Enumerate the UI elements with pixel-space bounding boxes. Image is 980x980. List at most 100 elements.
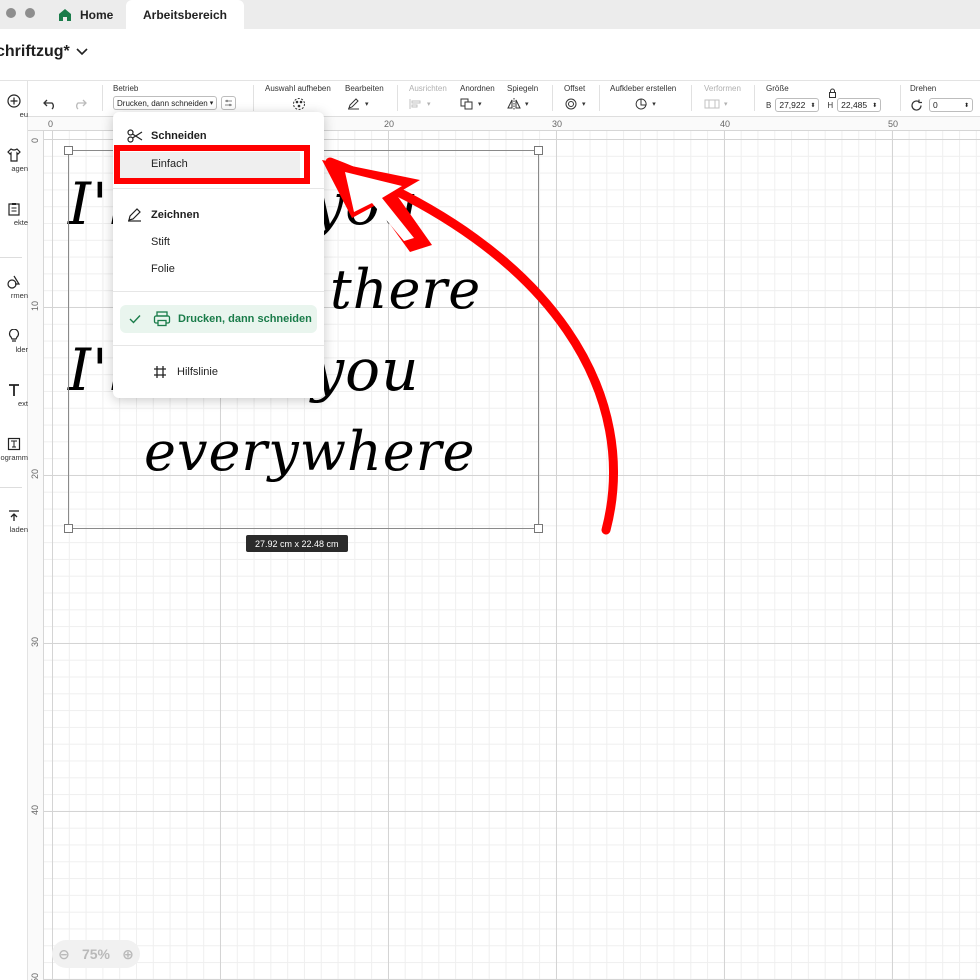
offset-group[interactable]: Offset ▾ bbox=[564, 84, 586, 111]
caret-down-icon: ▾ bbox=[427, 101, 431, 108]
toolbar-separator bbox=[599, 85, 600, 111]
sidebar-item-label: ekte bbox=[13, 218, 28, 227]
warp-icon bbox=[704, 99, 720, 109]
annotation-highlight-box bbox=[114, 145, 310, 184]
sidebar-item-images[interactable]: lder bbox=[0, 329, 28, 354]
chevron-down-icon bbox=[76, 48, 88, 56]
redo-icon[interactable] bbox=[72, 98, 88, 110]
sidebar-item-monogram[interactable]: ogramm bbox=[0, 437, 28, 462]
caret-down-icon: ▾ bbox=[582, 101, 586, 108]
width-input[interactable]: 27,922 ⬍ bbox=[775, 98, 820, 112]
menu-item-guideline[interactable]: Hilfslinie bbox=[153, 365, 218, 379]
project-header: chriftzug* bbox=[0, 29, 980, 81]
menu-item-print-then-cut[interactable]: Drucken, dann schneiden bbox=[120, 305, 317, 333]
warp-group: Verformen ▾ bbox=[704, 84, 741, 111]
tab-home[interactable]: Home bbox=[44, 0, 126, 29]
settings-sliders-icon bbox=[225, 99, 233, 107]
home-icon bbox=[59, 8, 71, 21]
lightbulb-icon bbox=[8, 329, 20, 342]
height-prefix: H bbox=[827, 100, 834, 110]
selection-size-label: 27.92 cm x 22.48 cm bbox=[246, 535, 348, 552]
ruler-tick-label: 40 bbox=[30, 804, 40, 815]
sidebar-item-shapes[interactable]: rmen bbox=[0, 275, 28, 300]
undo-icon[interactable] bbox=[42, 98, 58, 110]
plus-circle-icon bbox=[7, 94, 21, 108]
deselect-label: Auswahl aufheben bbox=[265, 84, 331, 93]
edit-label: Bearbeiten bbox=[345, 84, 384, 93]
upload-icon bbox=[9, 510, 19, 521]
arrange-label: Anordnen bbox=[460, 84, 495, 93]
sidebar-item-label: agen bbox=[11, 164, 28, 173]
text-icon bbox=[9, 384, 19, 396]
zoom-control: ⊖ 75% ⊕ bbox=[52, 940, 140, 968]
deselect-group[interactable]: Auswahl aufheben bbox=[265, 84, 333, 111]
edit-group[interactable]: Bearbeiten ▾ bbox=[345, 84, 384, 111]
operation-dropdown[interactable]: Drucken, dann schneiden ▾ bbox=[113, 96, 218, 110]
toolbar-separator bbox=[691, 85, 692, 111]
sidebar-item-label: lder bbox=[15, 345, 28, 354]
menu-section-draw: Zeichnen bbox=[127, 208, 199, 222]
menu-item-print-then-cut-label: Drucken, dann schneiden bbox=[178, 313, 312, 325]
rotate-label: Drehen bbox=[910, 84, 937, 93]
ruler-tick-label: 40 bbox=[720, 119, 731, 129]
ruler-tick-label: 20 bbox=[30, 468, 40, 479]
shapes-icon bbox=[7, 275, 21, 289]
lock-icon[interactable] bbox=[828, 88, 837, 98]
resize-handle[interactable] bbox=[64, 146, 73, 155]
operation-settings-button[interactable] bbox=[221, 96, 237, 110]
stepper-icon[interactable]: ⬍ bbox=[964, 102, 969, 109]
menu-divider bbox=[113, 188, 324, 189]
rotate-icon bbox=[911, 99, 922, 111]
menu-item-foil[interactable]: Folie bbox=[151, 263, 175, 275]
monogram-icon bbox=[7, 437, 21, 451]
resize-handle[interactable] bbox=[534, 146, 543, 155]
stepper-icon[interactable]: ⬍ bbox=[872, 102, 877, 109]
align-group: Ausrichten ▾ bbox=[409, 84, 447, 111]
sidebar-item-text[interactable]: ext bbox=[0, 383, 28, 408]
window-controls bbox=[6, 8, 35, 18]
width-value: 27,922 bbox=[779, 100, 806, 110]
menu-item-pen[interactable]: Stift bbox=[151, 236, 170, 248]
tab-home-label: Home bbox=[80, 7, 114, 22]
sidebar-item-new[interactable]: eu bbox=[0, 94, 28, 119]
menu-section-draw-label: Zeichnen bbox=[151, 209, 200, 221]
vertical-ruler: 0 10 20 30 40 50 bbox=[28, 131, 44, 980]
undo-redo bbox=[42, 93, 88, 111]
tab-workspace-label: Arbeitsbereich bbox=[142, 7, 228, 22]
tab-workspace[interactable]: Arbeitsbereich bbox=[126, 0, 244, 29]
stepper-icon[interactable]: ⬍ bbox=[810, 102, 815, 109]
ruler-tick-label: 30 bbox=[552, 119, 563, 129]
project-title: chriftzug* bbox=[0, 43, 70, 60]
window-close-dot[interactable] bbox=[6, 8, 16, 18]
height-input[interactable]: 22,485 ⬍ bbox=[837, 98, 882, 112]
resize-handle[interactable] bbox=[534, 524, 543, 533]
tab-bar: Home Arbeitsbereich bbox=[0, 0, 980, 29]
caret-down-icon: ▾ bbox=[652, 101, 656, 108]
height-value: 22,485 bbox=[841, 100, 868, 110]
sidebar-item-projects[interactable]: ekte bbox=[0, 202, 28, 227]
ruler-tick-label: 30 bbox=[30, 636, 40, 647]
ruler-tick-label: 0 bbox=[48, 119, 54, 129]
pencil-icon bbox=[348, 98, 359, 110]
offset-icon bbox=[565, 98, 577, 110]
toolbar-separator bbox=[754, 85, 755, 111]
offset-label: Offset bbox=[564, 84, 586, 93]
resize-handle[interactable] bbox=[64, 524, 73, 533]
sidebar-item-upload[interactable]: laden bbox=[0, 509, 28, 534]
mirror-group[interactable]: Spiegeln ▾ bbox=[507, 84, 538, 111]
mirror-icon bbox=[507, 98, 521, 110]
toolbar-separator bbox=[253, 85, 254, 111]
window-minimize-dot[interactable] bbox=[25, 8, 35, 18]
arrange-group[interactable]: Anordnen ▾ bbox=[460, 84, 495, 111]
sidebar-item-templates[interactable]: agen bbox=[0, 148, 28, 173]
project-title-dropdown[interactable]: chriftzug* bbox=[0, 43, 88, 61]
zoom-level: 75% bbox=[81, 946, 110, 962]
zoom-in-icon[interactable]: ⊕ bbox=[122, 946, 134, 963]
sidebar-divider bbox=[0, 487, 22, 488]
zoom-out-icon[interactable]: ⊖ bbox=[58, 946, 70, 963]
menu-item-guideline-label: Hilfslinie bbox=[177, 366, 218, 378]
sticker-group[interactable]: Aufkleber erstellen ▾ bbox=[610, 84, 680, 111]
rotate-input[interactable]: 0 ⬍ bbox=[929, 98, 973, 112]
arrange-icon bbox=[460, 98, 473, 110]
toolbar-separator bbox=[552, 85, 553, 111]
